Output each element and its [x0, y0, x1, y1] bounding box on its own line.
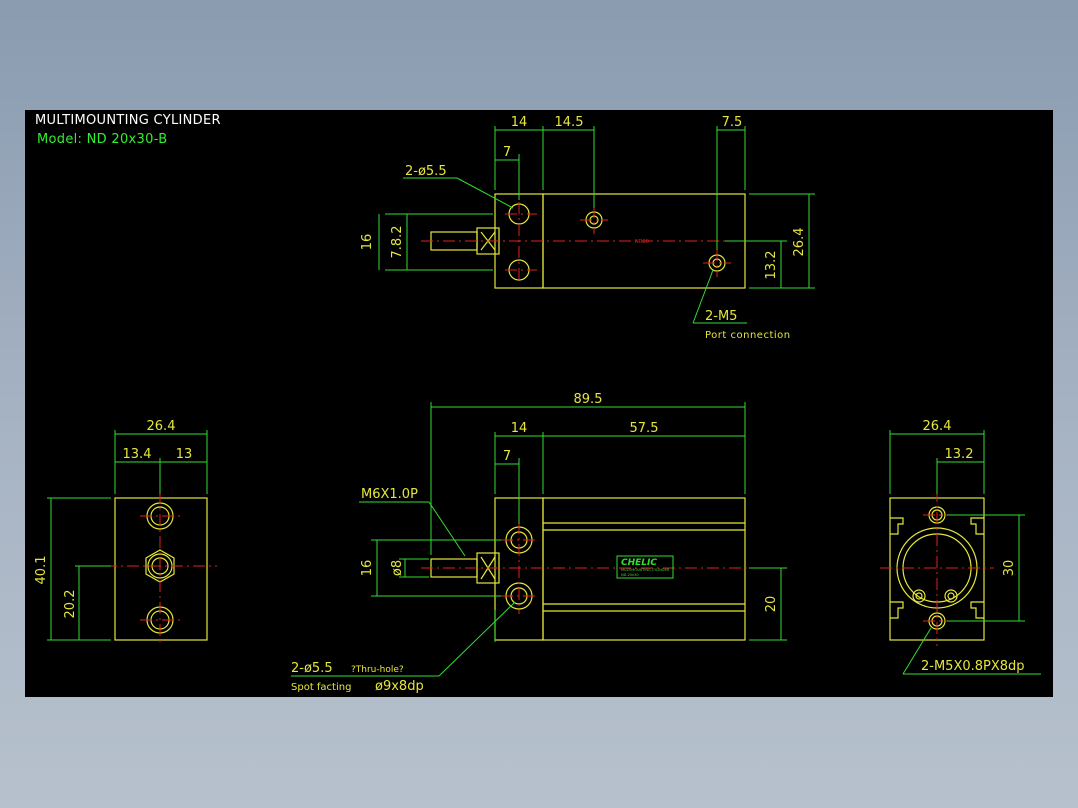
- top-ports-callout: 2-M5: [705, 309, 737, 324]
- side-dim-40-1: 40.1: [34, 556, 49, 585]
- top-dim-13-2: 13.2: [764, 251, 779, 280]
- end-dim-13-2: 13.2: [945, 447, 974, 462]
- front-spot-dim: ø9x8dp: [375, 679, 424, 694]
- front-holes-callout: 2-ø5.5: [291, 661, 333, 676]
- top-dim-14: 14: [511, 115, 528, 130]
- label-plate-line1: MULTIMOUNTING CYLINDER: [621, 568, 670, 572]
- front-spot-callout: Spot facting: [291, 682, 351, 693]
- front-dim-89-5: 89.5: [574, 392, 603, 407]
- engineering-drawing: ND20 14 14.5 7.5 7 16 7.8.2 26.4 13.2 2-…: [34, 115, 1041, 694]
- front-dim-16: 16: [360, 560, 375, 577]
- end-view: 26.4 13.2 30 2-M5X0.8PX8dp: [880, 419, 1041, 675]
- top-dim-26-4: 26.4: [792, 228, 807, 257]
- top-body-mark: ND20: [635, 239, 649, 245]
- side-dim-26-4: 26.4: [147, 419, 176, 434]
- front-dim-7: 7: [503, 449, 511, 464]
- label-plate-brand: CHELIC: [621, 558, 657, 568]
- front-holes-note: ?Thru-hole?: [351, 665, 404, 675]
- front-dim-8: ø8: [390, 560, 405, 576]
- front-dim-57-5: 57.5: [630, 421, 659, 436]
- side-dim-13-4: 13.4: [123, 447, 152, 462]
- end-dim-30: 30: [1002, 560, 1017, 577]
- top-view: ND20 14 14.5 7.5 7 16 7.8.2 26.4 13.2 2-…: [360, 115, 815, 341]
- front-dim-20: 20: [764, 596, 779, 613]
- front-dim-14: 14: [511, 421, 528, 436]
- top-holes-callout: 2-ø5.5: [405, 164, 447, 179]
- side-dim-20-2: 20.2: [63, 590, 78, 619]
- front-label-plate: CHELIC MULTIMOUNTING CYLINDER ND-20x30: [616, 555, 674, 579]
- cad-viewport[interactable]: MULTIMOUNTING CYLINDER Model: ND 20x30-B: [25, 110, 1053, 697]
- top-dim-7-5: 7.5: [722, 115, 743, 130]
- label-plate-line2: ND-20x30: [621, 573, 639, 577]
- top-dim-14-5: 14.5: [555, 115, 584, 130]
- top-dim-7: 7: [503, 145, 511, 160]
- front-thread-callout: M6X1.0P: [361, 487, 418, 502]
- top-dim-16: 16: [360, 234, 375, 251]
- front-view: CHELIC MULTIMOUNTING CYLINDER ND-20x30 8…: [291, 392, 787, 694]
- end-dim-26-4: 26.4: [923, 419, 952, 434]
- side-dim-13: 13: [176, 447, 193, 462]
- side-view: 26.4 13.4 13 40.1 20.2: [34, 419, 217, 646]
- end-threads-callout: 2-M5X0.8PX8dp: [921, 659, 1025, 674]
- top-dim-7-8-2: 7.8.2: [390, 225, 405, 258]
- top-port-note: Port connection: [705, 330, 791, 341]
